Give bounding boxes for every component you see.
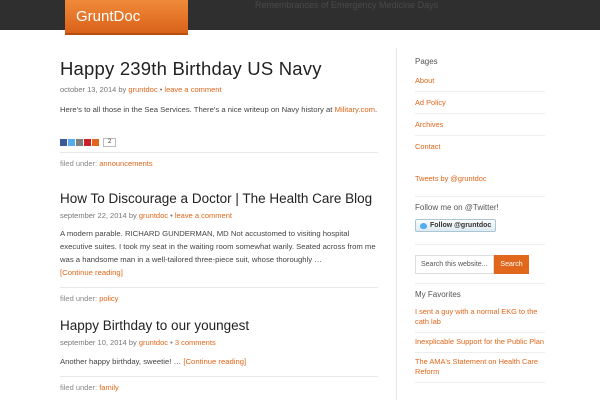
author-link[interactable]: gruntdoc xyxy=(128,85,157,94)
pages-list: About Ad Policy Archives Contact xyxy=(415,70,545,157)
search-form: Search this website... Search xyxy=(415,254,545,274)
excerpt-text: Here's to all those in the Sea Services.… xyxy=(60,105,333,114)
post-meta: september 10, 2014 by gruntdoc • 3 comme… xyxy=(60,338,378,348)
site-tagline: Remembrances of Emergency Medicine Days xyxy=(255,0,439,10)
divider xyxy=(415,196,545,197)
plus-icon[interactable] xyxy=(92,139,99,146)
post-meta: october 13, 2014 by gruntdoc • leave a c… xyxy=(60,85,378,95)
post-by: by xyxy=(128,338,137,347)
list-item: About xyxy=(415,70,545,92)
excerpt-text: Another happy birthday, sweetie! … xyxy=(60,357,182,366)
author-link[interactable]: gruntdoc xyxy=(139,338,168,347)
list-item: I sent a guy with a normal EKG to the ca… xyxy=(415,303,545,333)
divider xyxy=(415,282,545,284)
page-link-archives[interactable]: Archives xyxy=(415,120,443,129)
search-button[interactable]: Search xyxy=(494,254,529,274)
post-title[interactable]: How To Discourage a Doctor | The Health … xyxy=(60,190,378,208)
page-link-ad-policy[interactable]: Ad Policy xyxy=(415,98,446,107)
email-icon[interactable] xyxy=(76,139,83,146)
continue-reading-link[interactable]: [Continue reading] xyxy=(60,268,123,277)
column-divider xyxy=(396,48,397,400)
post-meta: september 22, 2014 by gruntdoc • leave a… xyxy=(60,211,378,221)
comments-link[interactable]: 3 comments xyxy=(175,338,216,347)
list-item: The AMA's Statement on Health Care Refor… xyxy=(415,353,545,383)
facebook-icon[interactable] xyxy=(60,139,67,146)
follow-button-label: Follow @gruntdoc xyxy=(430,222,492,229)
list-item: Contact xyxy=(415,136,545,157)
post: How To Discourage a Doctor | The Health … xyxy=(60,190,378,304)
post: Happy 239th Birthday US Navy october 13,… xyxy=(60,58,378,169)
author-link[interactable]: gruntdoc xyxy=(139,211,168,220)
meta-separator: • xyxy=(159,85,163,94)
list-item: Archives xyxy=(415,114,545,136)
twitter-icon[interactable] xyxy=(68,139,75,146)
twitter-bird-icon xyxy=(420,222,427,229)
meta-separator: • xyxy=(170,338,173,347)
favorite-link[interactable]: I sent a guy with a normal EKG to the ca… xyxy=(415,307,537,326)
category-link[interactable]: family xyxy=(99,383,119,392)
post-date: september 22, 2014 xyxy=(60,211,127,220)
list-item: Ad Policy xyxy=(415,92,545,114)
post-filed: filed under: policy xyxy=(60,287,378,304)
excerpt-text: A modern parable. RICHARD GUNDERMAN, MD … xyxy=(60,229,376,264)
post-title[interactable]: Happy 239th Birthday US Navy xyxy=(60,58,378,80)
follow-heading: Follow me on @Twitter! xyxy=(415,203,499,212)
main-content: Happy 239th Birthday US Navy october 13,… xyxy=(60,58,378,393)
page-link-contact[interactable]: Contact xyxy=(415,142,440,151)
excerpt-end: . xyxy=(375,105,378,114)
search-input[interactable]: Search this website... xyxy=(415,254,494,274)
meta-separator: • xyxy=(170,211,173,220)
military-link[interactable]: Military.com xyxy=(335,105,375,114)
share-count: 2 xyxy=(103,138,117,147)
twitter-follow-button[interactable]: Follow @gruntdoc xyxy=(415,219,497,232)
favorite-link[interactable]: Inexplicable Support for the Public Plan xyxy=(415,337,544,346)
pinterest-icon[interactable] xyxy=(84,139,91,146)
post-by: by xyxy=(128,211,137,220)
post-excerpt: A modern parable. RICHARD GUNDERMAN, MD … xyxy=(60,227,378,279)
continue-reading-link[interactable]: [Continue reading] xyxy=(183,357,246,366)
post-excerpt: Another happy birthday, sweetie! … [Cont… xyxy=(60,355,378,368)
favorites-list: I sent a guy with a normal EKG to the ca… xyxy=(415,303,545,383)
site-logo[interactable]: GruntDoc xyxy=(65,0,188,35)
tweets-link[interactable]: Tweets by @gruntdoc xyxy=(415,174,545,184)
share-bar: 2 xyxy=(60,138,378,147)
post-title[interactable]: Happy Birthday to our youngest xyxy=(60,317,378,335)
post-date: october 13, 2014 xyxy=(60,85,117,94)
category-link[interactable]: announcements xyxy=(99,159,152,168)
filed-label: filed under: xyxy=(60,159,98,168)
post: Happy Birthday to our youngest september… xyxy=(60,317,378,393)
post-by: by xyxy=(118,85,127,94)
post-filed: filed under: family xyxy=(60,376,378,393)
comments-link[interactable]: leave a comment xyxy=(175,211,232,220)
divider xyxy=(415,243,545,245)
pages-heading: Pages xyxy=(415,57,438,66)
favorite-link[interactable]: The AMA's Statement on Health Care Refor… xyxy=(415,357,538,376)
comments-link[interactable]: leave a comment xyxy=(164,85,221,94)
filed-label: filed under: xyxy=(60,383,98,392)
sidebar: Pages About Ad Policy Archives Contact T… xyxy=(415,57,545,383)
post-date: september 10, 2014 xyxy=(60,338,127,347)
post-excerpt: Here's to all those in the Sea Services.… xyxy=(60,103,378,116)
favorites-heading: My Favorites xyxy=(415,289,461,299)
post-filed: filed under: announcements xyxy=(60,152,378,169)
filed-label: filed under: xyxy=(60,294,98,303)
category-link[interactable]: policy xyxy=(99,294,118,303)
list-item: Inexplicable Support for the Public Plan xyxy=(415,333,545,353)
page-link-about[interactable]: About xyxy=(415,76,434,85)
